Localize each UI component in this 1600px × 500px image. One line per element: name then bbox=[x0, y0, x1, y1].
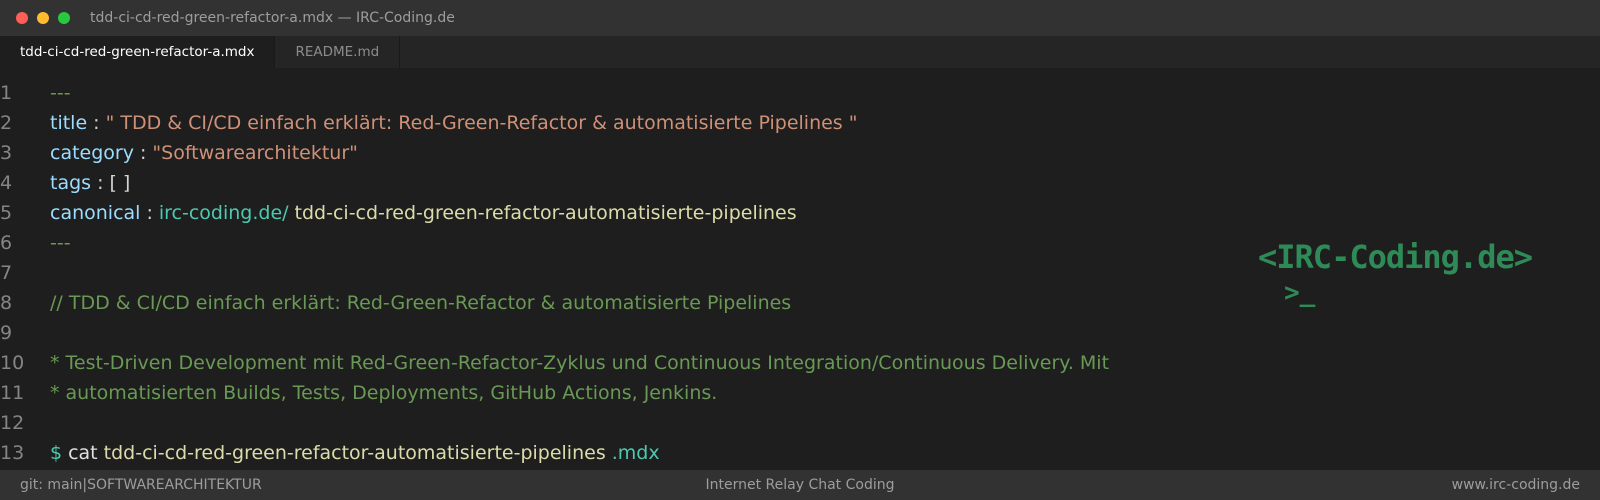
window-controls bbox=[16, 12, 70, 24]
code-line: 8 // TDD & CI/CD einfach erklärt: Red-Gr… bbox=[0, 288, 1600, 318]
tab-readme[interactable]: README.md bbox=[275, 36, 401, 68]
code-line: 1 --- bbox=[0, 78, 1600, 108]
line-number: 11 bbox=[0, 382, 25, 404]
code-line: 9 bbox=[0, 318, 1600, 348]
comment-line: // TDD & CI/CD einfach erklärt: Red-Gree… bbox=[50, 292, 792, 314]
line-number: 5 bbox=[0, 202, 13, 224]
frontmatter-separator: : bbox=[93, 112, 100, 134]
line-number: 3 bbox=[0, 142, 13, 164]
website-link[interactable]: www.irc-coding.de bbox=[1452, 477, 1580, 493]
canonical-domain: irc-coding.de/ bbox=[158, 202, 289, 224]
frontmatter-key-tags: tags bbox=[50, 172, 92, 194]
line-number: 10 bbox=[0, 352, 25, 374]
frontmatter-delimiter: --- bbox=[50, 232, 71, 254]
comment-line: * Test-Driven Development mit Red-Green-… bbox=[50, 352, 1110, 374]
frontmatter-value-tags: [ ] bbox=[109, 172, 131, 194]
title-bar: tdd-ci-cd-red-green-refactor-a.mdx — IRC… bbox=[0, 0, 1600, 36]
shell-file-extension: .mdx bbox=[611, 442, 660, 464]
close-window-button[interactable] bbox=[16, 12, 28, 24]
line-number: 6 bbox=[0, 232, 13, 254]
canonical-slug: tdd-ci-cd-red-green-refactor-automatisie… bbox=[294, 202, 797, 224]
code-line: 10 * Test-Driven Development mit Red-Gre… bbox=[0, 348, 1600, 378]
frontmatter-value-category: "Softwarearchitektur" bbox=[152, 142, 358, 164]
frontmatter-delimiter: --- bbox=[50, 82, 71, 104]
code-line: 4 tags : [ ] bbox=[0, 168, 1600, 198]
line-number: 2 bbox=[0, 112, 13, 134]
minimize-window-button[interactable] bbox=[37, 12, 49, 24]
comment-line: * automatisierten Builds, Tests, Deploym… bbox=[50, 382, 718, 404]
frontmatter-key-category: category bbox=[50, 142, 134, 164]
code-line: 12 bbox=[0, 408, 1600, 438]
frontmatter-separator: : bbox=[139, 142, 147, 164]
maximize-window-button[interactable] bbox=[58, 12, 70, 24]
shell-filename: tdd-ci-cd-red-green-refactor-automatisie… bbox=[103, 442, 606, 464]
tab-tdd-mdx[interactable]: tdd-ci-cd-red-green-refactor-a.mdx bbox=[0, 36, 276, 68]
irc-coding-logo: <IRC-Coding.de> bbox=[1258, 238, 1533, 276]
terminal-prompt-icon: >_ bbox=[1284, 278, 1316, 308]
line-number: 1 bbox=[0, 82, 13, 104]
code-line: 3 category : "Softwarearchitektur" bbox=[0, 138, 1600, 168]
frontmatter-separator: : bbox=[97, 172, 104, 194]
shell-prompt: $ bbox=[50, 442, 63, 464]
frontmatter-value-title: " TDD & CI/CD einfach erklärt: Red-Green… bbox=[105, 112, 858, 134]
code-line: 2 title : " TDD & CI/CD einfach erklärt:… bbox=[0, 108, 1600, 138]
line-number: 4 bbox=[0, 172, 13, 194]
line-number: 8 bbox=[0, 292, 13, 314]
tab-bar: tdd-ci-cd-red-green-refactor-a.mdx READM… bbox=[0, 36, 1600, 68]
frontmatter-separator: : bbox=[146, 202, 153, 224]
line-number: 9 bbox=[0, 322, 13, 344]
line-number: 13 bbox=[0, 442, 25, 464]
status-bar: git: main|SOFTWAREARCHITEKTUR Internet R… bbox=[0, 470, 1600, 500]
line-number: 12 bbox=[0, 412, 25, 434]
code-line: 5 canonical : irc-coding.de/ tdd-ci-cd-r… bbox=[0, 198, 1600, 228]
frontmatter-key-title: title bbox=[50, 112, 88, 134]
line-number: 7 bbox=[0, 262, 13, 284]
code-line: 13 $ cat tdd-ci-cd-red-green-refactor-au… bbox=[0, 438, 1600, 468]
frontmatter-key-canonical: canonical bbox=[50, 202, 141, 224]
code-line: 11 * automatisierten Builds, Tests, Depl… bbox=[0, 378, 1600, 408]
git-branch-status[interactable]: git: main|SOFTWAREARCHITEKTUR bbox=[20, 477, 262, 493]
window-title: tdd-ci-cd-red-green-refactor-a.mdx — IRC… bbox=[90, 10, 455, 26]
shell-command: cat bbox=[68, 442, 98, 464]
